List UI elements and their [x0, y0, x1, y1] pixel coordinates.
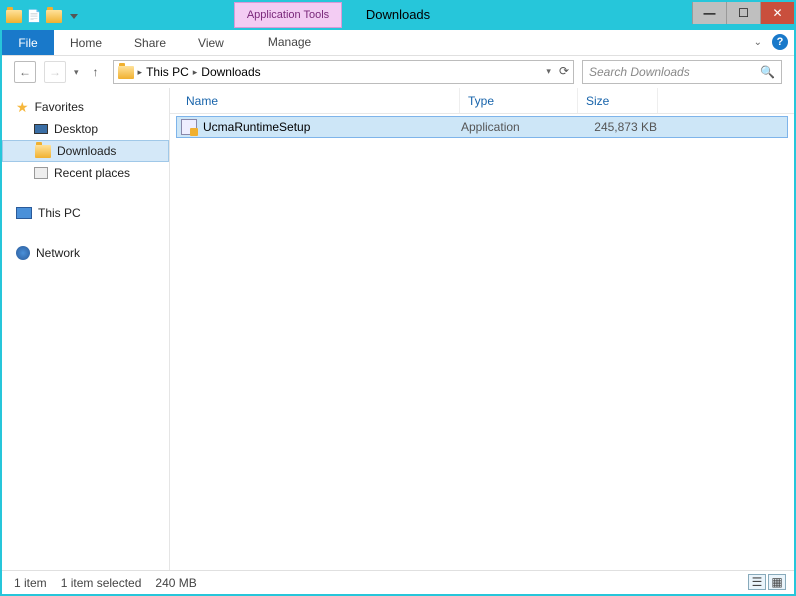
breadcrumb-bar[interactable]: ▸ This PC▸ Downloads ▾ ⟳	[113, 60, 574, 84]
tab-home[interactable]: Home	[54, 30, 118, 55]
column-header-type[interactable]: Type	[460, 88, 578, 113]
nav-favorites[interactable]: ★ Favorites	[2, 96, 169, 118]
address-bar-row: ← → ▾ ↑ ▸ This PC▸ Downloads ▾ ⟳ Search …	[2, 56, 794, 88]
window-title: Downloads	[366, 7, 430, 22]
nav-label: Favorites	[35, 100, 84, 114]
context-tab-application-tools: Application Tools	[234, 2, 342, 28]
search-icon: 🔍	[760, 65, 775, 79]
folder-icon	[35, 145, 51, 158]
nav-group-this-pc: This PC	[2, 202, 169, 224]
explorer-icon	[6, 8, 22, 24]
star-icon: ★	[16, 99, 29, 116]
minimize-button[interactable]: —	[692, 2, 726, 24]
breadcrumb-downloads[interactable]: Downloads	[201, 65, 260, 79]
file-type-cell: Application	[461, 120, 579, 134]
network-icon	[16, 246, 30, 260]
nav-label: Downloads	[57, 144, 116, 158]
tab-manage[interactable]: Manage	[252, 30, 327, 55]
new-folder-icon[interactable]	[46, 8, 62, 24]
address-dropdown-icon[interactable]: ▾	[546, 66, 551, 77]
nav-this-pc[interactable]: This PC	[2, 202, 169, 224]
recent-places-icon	[34, 167, 48, 179]
nav-network[interactable]: Network	[2, 242, 169, 264]
nav-desktop[interactable]: Desktop	[2, 118, 169, 140]
file-row[interactable]: UcmaRuntimeSetup Application 245,873 KB	[176, 116, 788, 138]
back-button[interactable]: ←	[14, 61, 36, 83]
tab-share[interactable]: Share	[118, 30, 182, 55]
properties-icon[interactable]: 📄	[26, 8, 42, 24]
chevron-right-icon[interactable]: ▸	[138, 67, 143, 78]
explorer-window: 📄 Application Tools Downloads — ☐ ✕ File…	[0, 0, 796, 596]
nav-label: This PC	[38, 206, 81, 220]
status-selection-size: 240 MB	[155, 576, 196, 590]
qat-dropdown-icon[interactable]	[66, 8, 82, 24]
status-selection: 1 item selected	[61, 576, 142, 590]
nav-group-network: Network	[2, 242, 169, 264]
view-buttons: ☰ ▦	[748, 574, 786, 590]
history-dropdown-icon[interactable]: ▾	[74, 67, 79, 78]
file-name-cell: UcmaRuntimeSetup	[181, 119, 461, 135]
status-count: 1 item	[14, 576, 47, 590]
refresh-icon[interactable]: ⟳	[559, 64, 569, 78]
breadcrumb-this-pc[interactable]: This PC ▸	[146, 65, 197, 79]
details-view-button[interactable]: ☰	[748, 574, 766, 590]
title-bar[interactable]: 📄 Application Tools Downloads — ☐ ✕	[2, 2, 794, 30]
content-area: Name Type Size UcmaRuntimeSetup Applicat…	[170, 88, 794, 570]
nav-label: Desktop	[54, 122, 98, 136]
search-placeholder: Search Downloads	[589, 65, 690, 79]
column-header-size[interactable]: Size	[578, 88, 658, 113]
breadcrumb-label: This PC	[146, 65, 189, 79]
file-size-cell: 245,873 KB	[579, 120, 657, 134]
body: ★ Favorites Desktop Downloads Recent pla…	[2, 88, 794, 570]
breadcrumb-label: Downloads	[201, 65, 260, 79]
file-menu[interactable]: File	[2, 30, 54, 55]
pc-icon	[16, 207, 32, 219]
quick-access-toolbar: 📄	[2, 8, 82, 24]
column-headers: Name Type Size	[170, 88, 794, 114]
status-bar: 1 item 1 item selected 240 MB ☰ ▦	[2, 570, 794, 594]
nav-group-favorites: ★ Favorites Desktop Downloads Recent pla…	[2, 96, 169, 184]
column-header-name[interactable]: Name	[178, 88, 460, 113]
search-input[interactable]: Search Downloads 🔍	[582, 60, 782, 84]
file-name: UcmaRuntimeSetup	[203, 120, 310, 134]
thumbnails-view-button[interactable]: ▦	[768, 574, 786, 590]
nav-recent-places[interactable]: Recent places	[2, 162, 169, 184]
file-list[interactable]: UcmaRuntimeSetup Application 245,873 KB	[170, 114, 794, 570]
maximize-button[interactable]: ☐	[726, 2, 760, 24]
application-icon	[181, 119, 197, 135]
navigation-pane[interactable]: ★ Favorites Desktop Downloads Recent pla…	[2, 88, 170, 570]
ribbon-collapse-icon[interactable]: ⌄	[754, 37, 762, 48]
up-button[interactable]: ↑	[87, 63, 105, 81]
desktop-icon	[34, 124, 48, 134]
nav-label: Recent places	[54, 166, 130, 180]
help-icon[interactable]: ?	[772, 34, 788, 50]
forward-button[interactable]: →	[44, 61, 66, 83]
chevron-right-icon[interactable]: ▸	[193, 67, 198, 78]
location-folder-icon	[118, 64, 134, 80]
tab-view[interactable]: View	[182, 30, 240, 55]
nav-label: Network	[36, 246, 80, 260]
ribbon-tabs: File Home Share View Manage ⌄ ?	[2, 30, 794, 56]
window-controls: — ☐ ✕	[692, 2, 794, 24]
close-button[interactable]: ✕	[760, 2, 794, 24]
nav-downloads[interactable]: Downloads	[2, 140, 169, 162]
